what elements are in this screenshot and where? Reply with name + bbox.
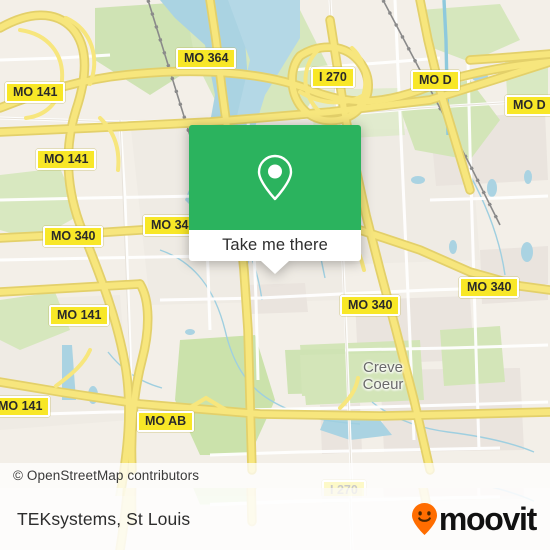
moovit-logo[interactable]: moovit	[411, 501, 537, 537]
road-shield: MO AB	[137, 411, 195, 432]
location-callout-card[interactable]: Take me there	[189, 125, 361, 274]
road-shield: MO D	[411, 70, 460, 91]
callout-pointer	[261, 261, 289, 274]
map-viewport[interactable]: MO 364 I 270 MO D MO D MO 141 MO 141 MO …	[0, 0, 550, 496]
road-shield: MO D	[505, 95, 550, 116]
road-shield: MO 340	[43, 226, 104, 247]
road-shield: MO 141	[36, 149, 97, 170]
place-title: TEKsystems, St Louis	[17, 508, 191, 529]
road-shield: MO 340	[340, 295, 401, 316]
location-pin-icon	[257, 154, 293, 200]
road-shield: MO 141	[5, 82, 66, 103]
city-label-creve-coeur: Creve Coeur	[362, 359, 404, 393]
road-shield: MO 364	[176, 48, 237, 69]
moovit-wordmark: moovit	[438, 501, 537, 537]
take-me-there-button[interactable]: Take me there	[189, 230, 361, 261]
moovit-map-screen: MO 364 I 270 MO D MO D MO 141 MO 141 MO …	[0, 0, 550, 550]
road-shield: I 270	[311, 67, 355, 88]
moovit-smiley-pin-icon	[411, 503, 437, 535]
road-shield: MO 340	[459, 277, 520, 298]
road-shield: MO 141	[0, 396, 51, 417]
take-me-there-label: Take me there	[222, 236, 328, 254]
callout-marker-area	[189, 125, 361, 230]
road-shield: MO 141	[49, 305, 110, 326]
footer-bar: TEKsystems, St Louis moovit	[0, 488, 550, 550]
